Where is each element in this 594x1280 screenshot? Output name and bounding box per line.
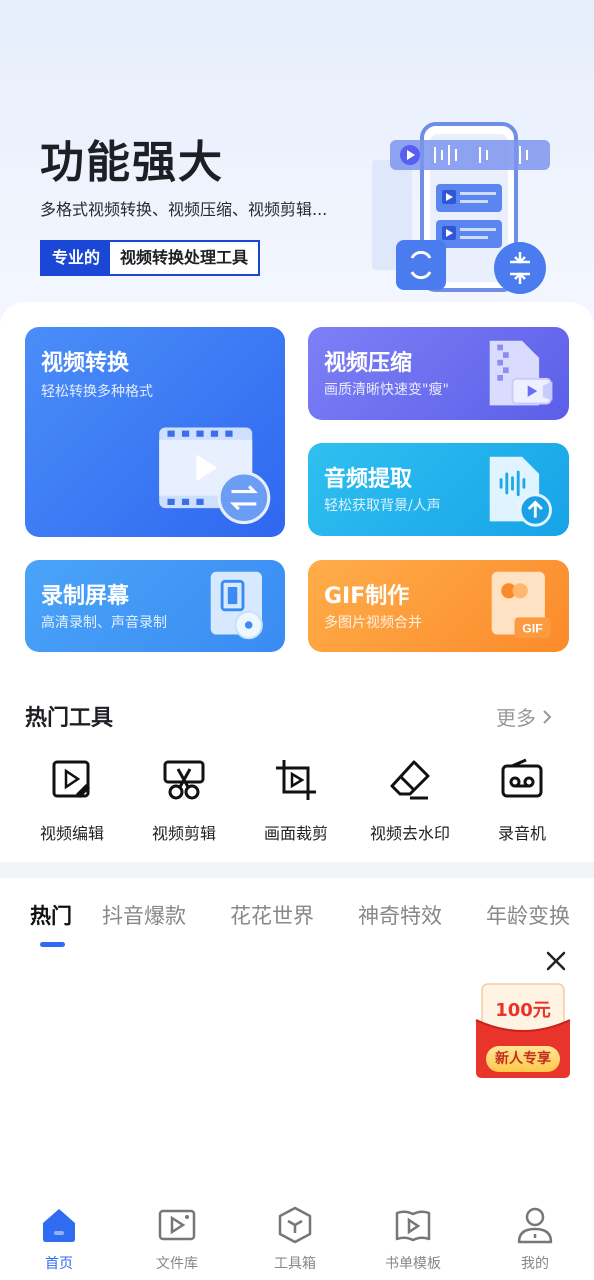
nav-label: 文件库 — [156, 1256, 198, 1272]
tool-video-edit[interactable]: 视频编辑 — [12, 752, 132, 844]
tool-label: 视频剪辑 — [151, 824, 216, 843]
card-subtitle: 画质清晰快速变"瘦" — [324, 382, 449, 398]
section-divider — [0, 862, 594, 878]
film-convert-icon — [159, 427, 271, 525]
video-cut-icon — [163, 760, 205, 800]
more-link[interactable]: 更多 — [496, 702, 552, 731]
phone-illustration — [372, 122, 550, 294]
red-packet-promo[interactable]: 100元 新人专享 — [474, 980, 572, 1080]
hero-banner: 功能强大 多格式视频转换、视频压缩、视频剪辑... 专业的 视频转换处理工具 — [0, 0, 594, 330]
hot-tools-title: 热门工具 — [25, 706, 114, 731]
recorder-icon — [501, 758, 543, 798]
tool-watermark-remove[interactable]: 视频去水印 — [350, 752, 470, 844]
card-title: 视频转换 — [41, 351, 130, 376]
crop-icon — [276, 760, 316, 800]
tab-magic-effects[interactable]: 神奇特效 — [358, 900, 442, 930]
audio-file-icon — [489, 456, 552, 527]
nav-home[interactable]: 首页 — [0, 1205, 118, 1273]
screen-record-card[interactable]: 录制屏幕 高清录制、声音录制 — [25, 560, 285, 652]
video-convert-card[interactable]: 视频转换 轻松转换多种格式 — [25, 327, 285, 537]
nav-label: 我的 — [521, 1256, 549, 1272]
hero-badge: 专业的 视频转换处理工具 — [40, 240, 261, 276]
tab-age-change[interactable]: 年龄变换 — [486, 900, 570, 930]
more-label: 更多 — [496, 706, 536, 730]
toolbox-icon — [278, 1206, 312, 1244]
tool-crop[interactable]: 画面裁剪 — [236, 752, 356, 844]
tab-indicator — [40, 942, 65, 947]
tool-label: 视频去水印 — [369, 824, 450, 843]
zip-video-icon — [489, 340, 553, 406]
audio-extract-card[interactable]: 音频提取 轻松获取背景/人声 — [308, 443, 569, 536]
chevron-right-icon — [543, 709, 552, 724]
gif-make-card[interactable]: GIF制作 多图片视频合并 GIF — [308, 560, 569, 652]
nav-book-template[interactable]: 书单模板 — [354, 1205, 472, 1273]
tool-label: 录音机 — [497, 824, 546, 843]
video-edit-icon — [52, 760, 90, 798]
card-title: 视频压缩 — [324, 351, 413, 376]
card-title: 音频提取 — [324, 467, 413, 492]
main-panel: 视频转换 轻松转换多种格式 视频压缩 画质清晰快速变"瘦" 音频提取 轻松获取背… — [0, 302, 594, 862]
nav-label: 工具箱 — [274, 1256, 316, 1272]
hero-badge-left: 专业的 — [42, 242, 111, 274]
card-subtitle: 轻松获取背景/人声 — [324, 498, 441, 514]
bottom-nav: 首页 文件库 工具箱 书单模板 我的 — [0, 1195, 594, 1280]
close-icon[interactable] — [543, 948, 569, 974]
nav-profile[interactable]: 我的 — [476, 1205, 594, 1273]
hero-title: 功能强大 — [40, 137, 224, 188]
tool-label: 视频编辑 — [39, 824, 104, 843]
book-template-icon — [395, 1210, 431, 1242]
file-library-icon — [158, 1209, 196, 1241]
nav-label: 书单模板 — [385, 1256, 441, 1272]
tool-video-cut[interactable]: 视频剪辑 — [124, 752, 244, 844]
svg-text:GIF: GIF — [522, 622, 543, 636]
red-packet-amount: 100元 — [495, 1000, 551, 1021]
nav-label: 首页 — [45, 1256, 73, 1272]
nav-file-library[interactable]: 文件库 — [118, 1205, 236, 1273]
card-subtitle: 轻松转换多种格式 — [41, 384, 153, 400]
hot-tools-list: 视频编辑 视频剪辑 画面裁剪 视频去水印 录音机 — [0, 752, 594, 852]
screen-record-icon — [210, 571, 263, 640]
hero-subtitle: 多格式视频转换、视频压缩、视频剪辑... — [40, 200, 328, 219]
tool-label: 画面裁剪 — [263, 824, 328, 843]
tab-hot[interactable]: 热门 — [30, 900, 72, 930]
card-subtitle: 多图片视频合并 — [324, 615, 422, 631]
eraser-icon — [390, 760, 430, 800]
red-packet-label: 新人专享 — [486, 1046, 560, 1072]
gif-icon: GIF — [491, 571, 551, 639]
tab-flower-world[interactable]: 花花世界 — [230, 900, 314, 930]
video-compress-card[interactable]: 视频压缩 画质清晰快速变"瘦" — [308, 327, 569, 420]
hero-badge-right: 视频转换处理工具 — [120, 248, 249, 267]
card-subtitle: 高清录制、声音录制 — [41, 615, 167, 631]
home-icon — [43, 1209, 75, 1242]
card-title: 录制屏幕 — [41, 584, 130, 609]
category-tabs: 热门 抖音爆款 花花世界 神奇特效 年龄变换 — [0, 878, 594, 948]
nav-toolbox[interactable]: 工具箱 — [236, 1205, 354, 1273]
tab-douyin[interactable]: 抖音爆款 — [102, 900, 186, 930]
card-title: GIF制作 — [324, 584, 410, 609]
profile-icon — [517, 1207, 553, 1244]
tool-recorder[interactable]: 录音机 — [462, 752, 582, 844]
